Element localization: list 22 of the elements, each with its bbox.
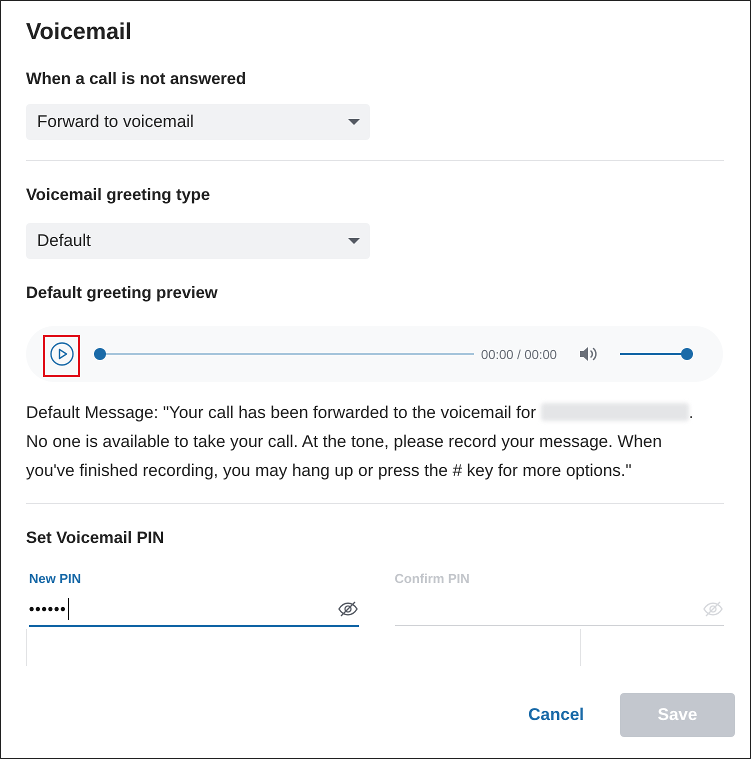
- call-action-dropdown[interactable]: Forward to voicemail: [26, 104, 370, 140]
- volume-thumb[interactable]: [680, 348, 693, 360]
- dialog-title: Voicemail: [26, 17, 133, 46]
- progress-track[interactable]: [94, 348, 474, 360]
- pin-label: New PIN: [29, 571, 82, 587]
- section-label: Default greeting preview: [26, 283, 219, 304]
- field-label: When a call is not answered: [26, 69, 248, 90]
- time-readout: 00:00 / 00:00: [481, 346, 557, 362]
- caret-icon: [348, 119, 360, 125]
- default-message-text: Default Message: "Your call has been forwarded to the voicemail for . No one is available to take your call. At the tone, please record your message. When you've finished recording, you may hang up or press the # key for more options.": [26, 402, 694, 482]
- field-label: Voicemail greeting type: [26, 185, 211, 206]
- pin-label: Confirm PIN: [394, 571, 471, 587]
- caret-icon: [348, 238, 360, 244]
- speaker-icon[interactable]: [578, 346, 599, 362]
- pin-input-field[interactable]: ••••••: [29, 593, 358, 627]
- section-label: Set Voicemail PIN: [26, 528, 166, 549]
- volume-track[interactable]: [620, 348, 693, 360]
- cancel-button[interactable]: Cancel: [522, 695, 590, 735]
- progress-thumb[interactable]: [94, 348, 106, 360]
- play-icon[interactable]: [50, 342, 74, 366]
- greeting-type-dropdown[interactable]: Default: [26, 223, 370, 259]
- eye-slash-icon[interactable]: [338, 601, 358, 617]
